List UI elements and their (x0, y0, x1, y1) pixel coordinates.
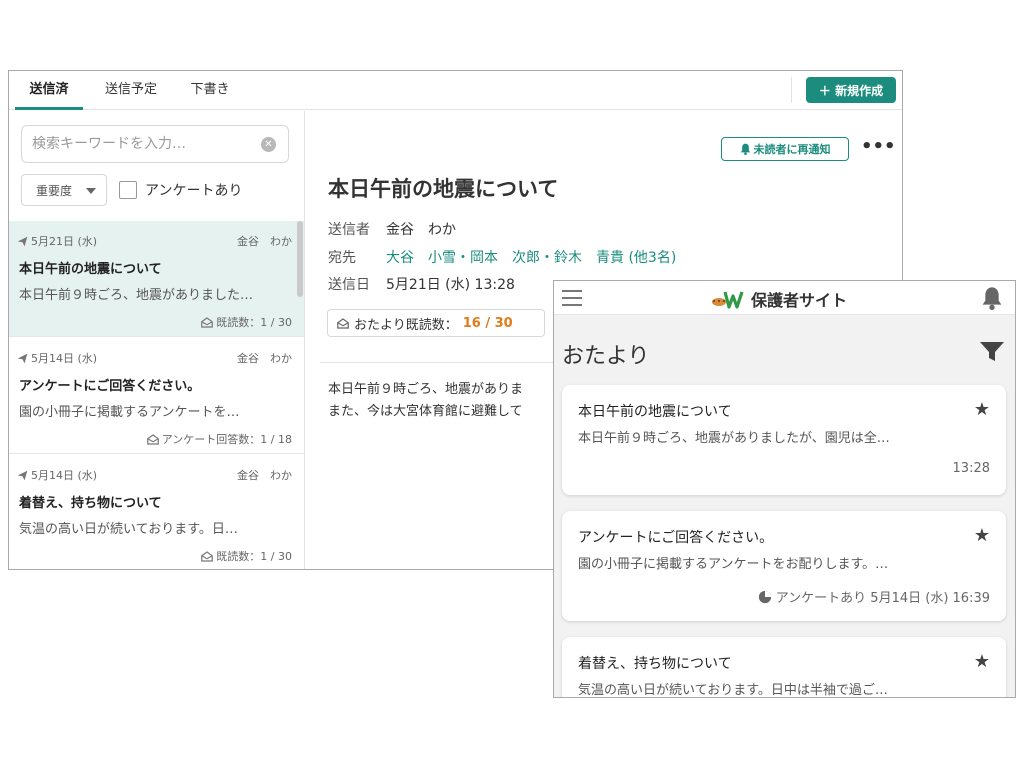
card-title: アンケートにご回答ください。 (578, 530, 774, 546)
bell-icon[interactable] (981, 286, 1003, 314)
tab-bar: 送信済 送信予定 下書き ＋ 新規作成 (9, 71, 902, 110)
list-item[interactable]: 5月14日 (水) 金谷 わか 着替え、持ち物について 気温の高い日が続いており… (9, 455, 304, 569)
message-preview: 気温の高い日が続いております。日… (19, 522, 238, 537)
renotify-label: 未読者に再通知 (753, 143, 831, 156)
star-icon[interactable]: ★ (974, 399, 990, 420)
recipients-label: 宛先 (328, 250, 356, 266)
read-count-label: おたより既読数： (354, 317, 458, 333)
list-scrollbar[interactable] (297, 221, 303, 569)
open-envelope-icon (337, 317, 349, 329)
card-meta: アンケートあり 5月14日 (水) 16:39 (758, 587, 990, 606)
site-title: 保護者サイト (751, 291, 848, 310)
sent-date: 5月14日 (水) (17, 350, 97, 366)
recipients-row: 宛先 大谷 小雪・岡本 次郎・鈴木 青貴 (他3名) (328, 247, 690, 267)
mobile-header: 保護者サイト (554, 281, 1015, 315)
message-title: 着替え、持ち物について (19, 496, 162, 511)
message-preview: 園の小冊子に掲載するアンケートを… (19, 405, 240, 420)
sender-row: 送信者 金谷 わか (328, 219, 456, 239)
page-title: おたより (562, 344, 650, 369)
message-list-pane: ✕ 重要度 アンケートあり 5月21日 (水) 金谷 わか 本日午前の地震につい… (9, 111, 305, 569)
guardian-mobile-window: 保護者サイト おたより 本日午前の地震について ★ 本日午前９時ごろ、地震があり… (553, 280, 1016, 698)
star-icon[interactable]: ★ (974, 651, 990, 672)
survey-filter[interactable]: アンケートあり (119, 180, 242, 200)
divider (791, 77, 792, 103)
list-item[interactable]: 5月14日 (水) 金谷 わか アンケートにご回答ください。 園の小冊子に掲載す… (9, 338, 304, 454)
card-preview: 気温の高い日が続いております。日中は半袖で過ご… (578, 683, 888, 698)
send-icon (17, 353, 28, 363)
priority-label: 重要度 (36, 183, 73, 198)
recipient-link[interactable]: 大谷 (386, 247, 414, 267)
bell-icon (740, 143, 750, 155)
tab-drafts[interactable]: 下書き (179, 71, 241, 110)
recipient-link[interactable]: 次郎・鈴木 (512, 247, 582, 267)
card-time: アンケートあり 5月14日 (水) 16:39 (775, 591, 990, 606)
pie-chart-icon (758, 590, 771, 603)
message-title: アンケートにご回答ください。 (19, 379, 201, 394)
renotify-unread-button[interactable]: 未読者に再通知 (721, 137, 849, 161)
tab-scheduled[interactable]: 送信予定 (97, 71, 165, 110)
sent-date-label: 送信日 (328, 277, 370, 293)
sender-value: 金谷 わか (386, 222, 456, 238)
sender-label: 送信者 (328, 222, 370, 238)
card-preview: 本日午前９時ごろ、地震がありましたが、園児は全… (578, 431, 890, 446)
date-text: 5月14日 (水) (31, 352, 98, 365)
sent-date: 5月21日 (水) (17, 233, 97, 249)
scrollbar-thumb[interactable] (297, 221, 303, 297)
open-envelope-icon (201, 316, 214, 328)
recipient-link[interactable]: 青貴 (他3名) (596, 247, 676, 267)
message-body: 本日午前９時ごろ、地震がありま また、今は大宮体育館に避難して (328, 379, 523, 423)
sender-name: 金谷 わか (237, 352, 292, 365)
priority-dropdown[interactable]: 重要度 (21, 174, 107, 206)
notice-card[interactable]: アンケートにご回答ください。 ★ 園の小冊子に掲載するアンケートをお配りします。… (562, 511, 1006, 621)
send-icon (17, 236, 28, 246)
filter-icon[interactable] (979, 341, 1005, 367)
notice-card[interactable]: 着替え、持ち物について ★ 気温の高い日が続いております。日中は半袖で過ご… (562, 637, 1006, 698)
recipient-link[interactable]: 小雪・岡本 (428, 247, 498, 267)
message-title: 本日午前の地震について (19, 262, 162, 277)
message-list: 5月21日 (水) 金谷 わか 本日午前の地震について 本日午前９時ごろ、地震が… (9, 221, 304, 569)
more-options-icon[interactable]: ••• (861, 137, 896, 161)
caret-down-icon (86, 188, 96, 194)
open-envelope-icon (146, 433, 159, 445)
stat-text: 既読数：1 / 30 (216, 316, 292, 329)
sent-date-row: 送信日 5月21日 (水) 13:28 (328, 274, 515, 294)
stat-text: アンケート回答数：1 / 18 (161, 433, 292, 446)
body-line: 本日午前９時ごろ、地震がありま (328, 382, 524, 397)
open-envelope-icon (201, 550, 214, 562)
detail-title: 本日午前の地震について (328, 177, 559, 201)
list-item[interactable]: 5月21日 (水) 金谷 わか 本日午前の地震について 本日午前９時ごろ、地震が… (9, 221, 304, 337)
site-brand: 保護者サイト (711, 287, 847, 311)
read-stat: 既読数：1 / 30 (201, 314, 292, 330)
card-preview: 園の小冊子に掲載するアンケートをお配りします。… (578, 557, 889, 572)
stat-text: 既読数：1 / 30 (216, 550, 292, 563)
read-stat: 既読数：1 / 30 (201, 548, 292, 564)
tab-sent[interactable]: 送信済 (15, 71, 83, 110)
date-text: 5月21日 (水) (31, 235, 98, 248)
message-preview: 本日午前９時ごろ、地震がありました… (19, 288, 254, 303)
read-count-value: 16 / 30 (462, 315, 513, 331)
survey-checkbox[interactable] (119, 181, 137, 199)
sender-name: 金谷 わか (237, 235, 292, 248)
search-box: ✕ (21, 125, 289, 163)
new-message-button[interactable]: ＋ 新規作成 (806, 77, 896, 103)
card-title: 着替え、持ち物について (578, 656, 732, 672)
menu-icon[interactable] (562, 290, 584, 306)
date-text: 5月14日 (水) (31, 469, 98, 482)
sent-date: 5月14日 (水) (17, 467, 97, 483)
clear-search-icon[interactable]: ✕ (261, 137, 276, 152)
read-count-button[interactable]: おたより既読数： 16 / 30 (327, 309, 545, 337)
card-title: 本日午前の地震について (578, 404, 732, 420)
send-icon (17, 470, 28, 480)
survey-filter-label: アンケートあり (145, 183, 243, 199)
card-time: 13:28 (952, 461, 990, 476)
survey-stat: アンケート回答数：1 / 18 (146, 431, 292, 447)
body-line: また、今は大宮体育館に避難して (328, 404, 523, 419)
card-meta: 13:28 (953, 461, 990, 476)
sender-name: 金谷 わか (237, 469, 292, 482)
sent-date-value: 5月21日 (水) 13:28 (386, 277, 515, 293)
logo-icon (712, 291, 744, 309)
notice-card[interactable]: 本日午前の地震について ★ 本日午前９時ごろ、地震がありましたが、園児は全… 1… (562, 385, 1006, 495)
search-input[interactable] (22, 126, 258, 162)
star-icon[interactable]: ★ (974, 525, 990, 546)
